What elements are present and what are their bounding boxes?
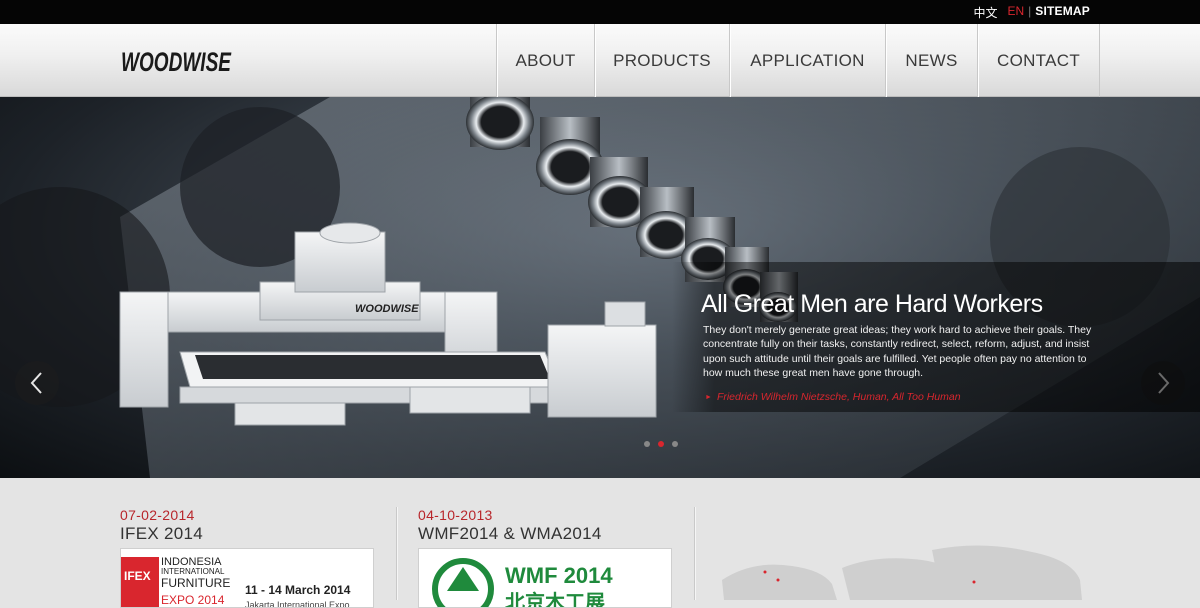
world-map xyxy=(722,545,1082,600)
hero-caption-body: They don't merely generate great ideas; … xyxy=(703,324,1092,379)
wmf-text: WMF 2014 xyxy=(505,563,613,588)
wmf-sub: 北京木工展 xyxy=(505,590,605,608)
author-text: Friedrich Wilhelm Nietzsche, Human, All … xyxy=(716,391,961,403)
ifex-thumbnail[interactable]: IFEX INDONESIA INTERNATIONAL FURNITURE E… xyxy=(120,548,374,608)
slider-dot-2[interactable] xyxy=(658,441,664,447)
news-date: 07-02-2014 xyxy=(120,507,195,523)
ifex-dates: 11 - 14 March 2014 xyxy=(245,583,351,597)
slider-prev-button[interactable] xyxy=(15,361,59,405)
news-date: 04-10-2013 xyxy=(418,507,493,523)
ifex-line4: EXPO 2014 xyxy=(161,593,225,607)
nav-application[interactable]: APPLICATION xyxy=(729,24,885,97)
nav-products[interactable]: PRODUCTS xyxy=(594,24,729,97)
slider-dot-3[interactable] xyxy=(672,441,678,447)
nav-about[interactable]: ABOUT xyxy=(496,24,594,97)
news-item-2[interactable]: 04-10-2013 WMF2014 & WMA2014 xyxy=(418,507,602,544)
machine-brand-label: WOODWISE xyxy=(355,303,419,315)
utility-links: 中文 EN | SITEMAP xyxy=(973,4,1090,21)
news-divider xyxy=(396,507,397,600)
news-divider xyxy=(694,507,695,600)
slider-dot-1[interactable] xyxy=(644,441,650,447)
woodwise-logo[interactable]: WOODWISE xyxy=(120,42,232,78)
lang-chinese-link[interactable]: 中文 xyxy=(973,4,997,21)
main-nav: ABOUT PRODUCTS APPLICATION NEWS CONTACT xyxy=(496,24,1100,97)
top-bar: 中文 EN | SITEMAP xyxy=(0,0,1200,24)
chevron-left-icon xyxy=(30,372,42,394)
bullet-triangle-icon: ► xyxy=(705,394,712,401)
news-title[interactable]: IFEX 2014 xyxy=(120,524,203,544)
nav-contact[interactable]: CONTACT xyxy=(977,24,1100,97)
nav-news[interactable]: NEWS xyxy=(885,24,977,97)
lang-english-link[interactable]: EN xyxy=(1007,4,1024,21)
logo-text: WOODWISE xyxy=(121,47,232,77)
slider-dots xyxy=(644,441,678,447)
ifex-line3: FURNITURE xyxy=(161,576,230,590)
hero-caption-author[interactable]: ► Friedrich Wilhelm Nietzsche, Human, All… xyxy=(705,391,961,403)
ifex-line2: INTERNATIONAL xyxy=(161,567,225,576)
site-header: WOODWISE ABOUT PRODUCTS APPLICATION NEWS… xyxy=(0,24,1200,97)
news-item-1[interactable]: 07-02-2014 IFEX 2014 xyxy=(120,507,203,544)
news-title[interactable]: WMF2014 & WMA2014 xyxy=(418,524,602,544)
link-separator: | xyxy=(1028,4,1032,18)
sitemap-link[interactable]: SITEMAP xyxy=(1035,4,1090,21)
ifex-venue: Jakarta International Expo xyxy=(245,600,350,608)
wmf-thumbnail[interactable]: WMF 2014 北京木工展 xyxy=(418,548,672,608)
ifex-badge: IFEX xyxy=(124,569,151,583)
hero-caption-title: All Great Men are Hard Workers xyxy=(701,290,1043,318)
